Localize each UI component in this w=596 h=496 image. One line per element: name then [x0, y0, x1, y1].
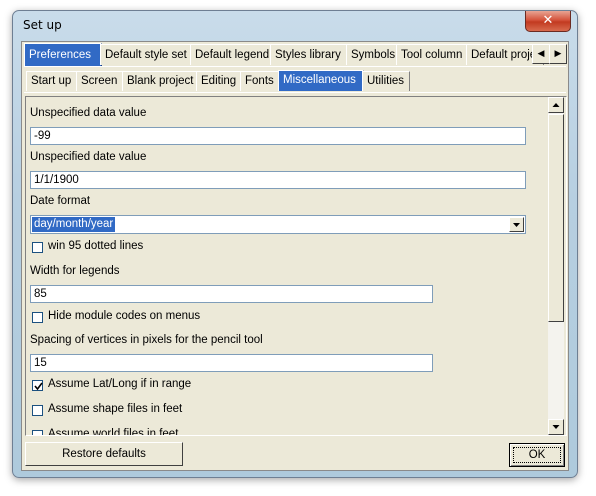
setup-dialog: Set up ✕ Preferences Default style set D…	[12, 10, 578, 478]
window-title: Set up	[23, 18, 62, 32]
restore-defaults-button[interactable]: Restore defaults	[25, 442, 183, 466]
tab-label: Default legend	[195, 49, 270, 61]
tab-screen[interactable]: Screen	[76, 71, 124, 91]
shape-feet-label: Assume shape files in feet	[48, 403, 183, 415]
scroll-down-button[interactable]	[548, 419, 564, 435]
tab-label: Utilities	[367, 75, 405, 87]
tab-utilities[interactable]: Utilities	[362, 71, 410, 91]
tab-symbols[interactable]: Symbols	[346, 44, 398, 65]
unspecified-data-input[interactable]: -99	[30, 127, 526, 145]
pencil-spacing-input[interactable]: 15	[30, 354, 433, 372]
shape-feet-checkbox[interactable]	[32, 405, 43, 416]
hide-module-label: Hide module codes on menus	[48, 310, 201, 322]
tab-styles-library[interactable]: Styles library	[270, 44, 348, 65]
pencil-spacing-label: Spacing of vertices in pixels for the pe…	[30, 334, 263, 346]
date-format-value: day/month/year	[32, 217, 116, 232]
tab-preferences[interactable]: Preferences	[24, 43, 102, 66]
tab-tool-column[interactable]: Tool column	[396, 44, 468, 65]
tab-divider	[24, 66, 566, 67]
tab-blank-project[interactable]: Blank project	[122, 71, 198, 91]
tab-fonts[interactable]: Fonts	[240, 71, 280, 91]
tab-miscellaneous[interactable]: Miscellaneous	[278, 70, 364, 91]
latlong-label: Assume Lat/Long if in range	[48, 378, 192, 390]
main-tab-row: Preferences Default style set Default le…	[24, 43, 544, 66]
triangle-up-icon	[552, 103, 560, 107]
sub-tab-divider	[24, 92, 566, 93]
tab-scroll-left[interactable]: ◀	[532, 44, 550, 64]
tab-label: Editing	[201, 75, 237, 87]
world-feet-checkbox[interactable]	[32, 430, 43, 435]
sub-tab-row: Start up Screen Blank project Editing Fo…	[26, 70, 566, 91]
triangle-down-icon	[552, 425, 560, 429]
win95-label: win 95 dotted lines	[48, 240, 144, 252]
tab-label: Miscellaneous	[283, 74, 356, 86]
scroll-up-button[interactable]	[548, 97, 564, 113]
tab-label: Blank project	[127, 75, 194, 87]
date-format-select[interactable]: day/month/year	[30, 215, 526, 234]
tab-scroll-right[interactable]: ▶	[549, 44, 567, 64]
unspecified-date-input[interactable]: 1/1/1900	[30, 171, 526, 189]
tab-label: Styles library	[275, 49, 341, 61]
tab-label: Symbols	[351, 49, 396, 61]
triangle-right-icon: ▶	[554, 49, 562, 59]
chevron-down-icon	[513, 223, 520, 227]
tab-label: Screen	[81, 75, 118, 87]
unspecified-date-label: Unspecified date value	[30, 151, 147, 163]
focus-rect	[513, 447, 561, 463]
triangle-left-icon: ◀	[537, 49, 545, 59]
tab-label: Fonts	[245, 75, 274, 87]
tab-label: Tool column	[401, 49, 463, 61]
legend-width-input[interactable]: 85	[30, 285, 433, 303]
close-button[interactable]: ✕	[525, 11, 571, 32]
close-icon: ✕	[542, 13, 554, 28]
tab-label: Start up	[31, 75, 72, 87]
hide-module-checkbox[interactable]	[32, 312, 43, 323]
latlong-checkbox[interactable]	[32, 380, 43, 391]
title-bar[interactable]: Set up ✕	[13, 11, 577, 39]
tab-editing[interactable]: Editing	[196, 71, 242, 91]
miscellaneous-panel: Unspecified data value -99 Unspecified d…	[25, 96, 567, 436]
tab-start-up[interactable]: Start up	[26, 71, 78, 91]
tab-label: Default style set	[105, 49, 187, 61]
dialog-client: Preferences Default style set Default le…	[21, 41, 569, 471]
tab-default-style-set[interactable]: Default style set	[100, 44, 192, 65]
scroll-thumb[interactable]	[548, 114, 564, 322]
tab-label: Preferences	[29, 49, 92, 61]
legend-width-label: Width for legends	[30, 265, 120, 277]
world-feet-label: Assume world files in feet	[48, 428, 179, 436]
vertical-scrollbar[interactable]	[548, 97, 564, 435]
tab-default-legend[interactable]: Default legend	[190, 44, 272, 65]
dropdown-button[interactable]	[509, 217, 524, 232]
checkmark-icon	[34, 382, 43, 391]
tab-label: Default proje	[471, 49, 537, 61]
ok-button[interactable]: OK	[509, 443, 565, 467]
unspecified-data-label: Unspecified data value	[30, 107, 147, 119]
date-format-label: Date format	[30, 195, 91, 207]
win95-checkbox[interactable]	[32, 242, 43, 253]
